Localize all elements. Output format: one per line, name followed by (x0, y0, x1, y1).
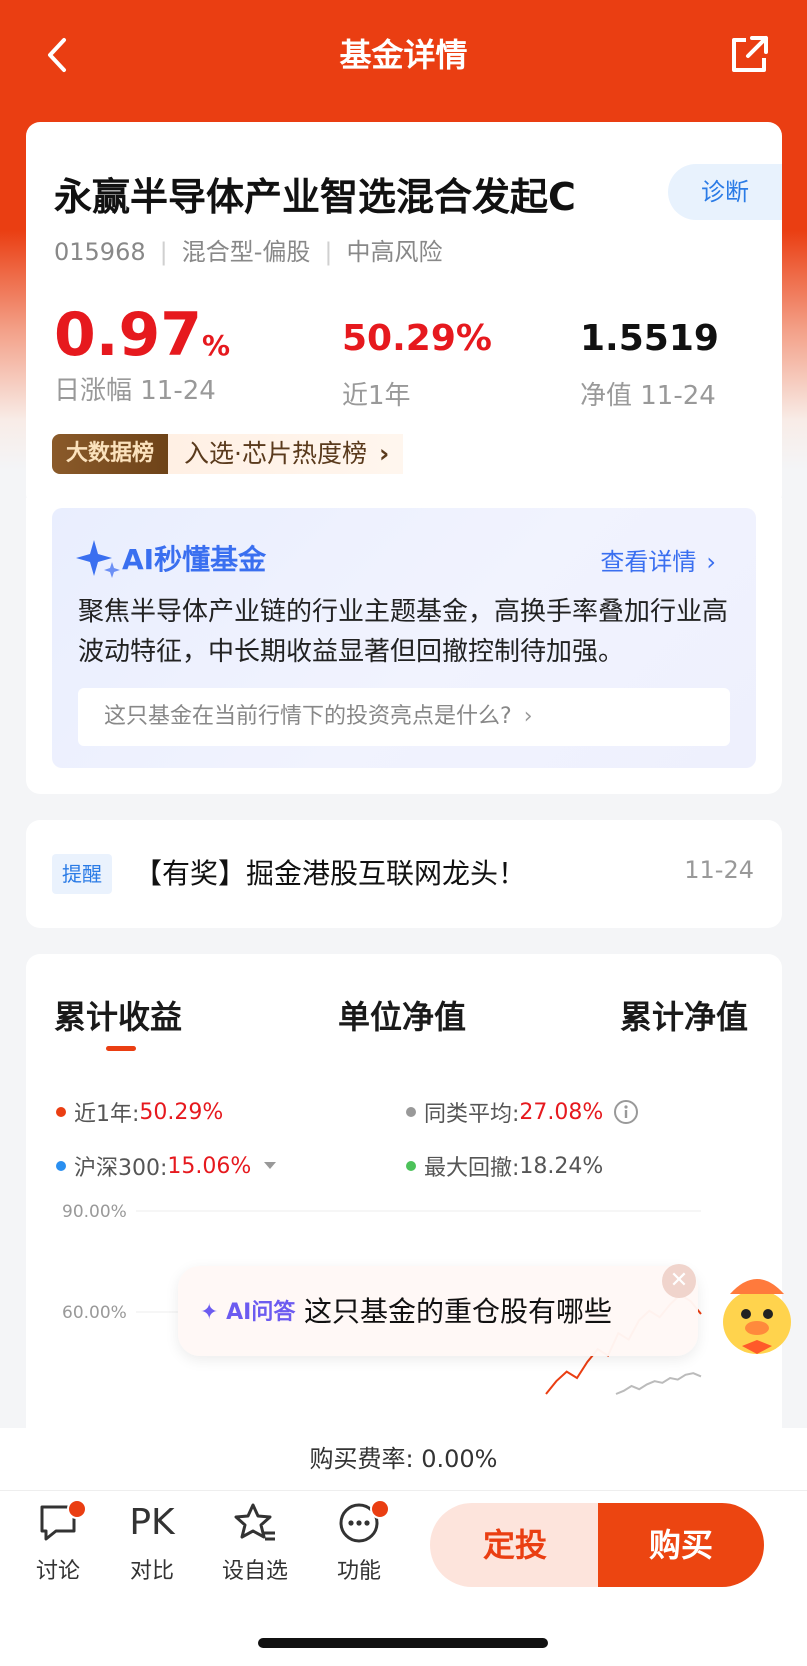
legend-value: 50.29% (139, 1099, 224, 1125)
buy-button[interactable]: 购买 (598, 1503, 764, 1587)
nav-label: 净值 11-24 (580, 381, 716, 411)
legend-value: 18.24% (519, 1153, 604, 1179)
fund-summary-card: 永赢半导体产业智选混合发起C 诊断 015968 | 混合型-偏股 | 中高风险 0.9… (26, 122, 782, 508)
page-title: 基金详情 (339, 36, 468, 74)
y-tick-label: 60.00% (62, 1303, 127, 1323)
daily-change-stat: 0.97% 日涨幅 11-24 (54, 300, 230, 407)
legend-label: 同类平均: (424, 1102, 520, 1127)
add-watchlist-button[interactable]: 设自选 (210, 1501, 300, 1585)
ai-chat-bubble[interactable]: ✦ AI问答 这只基金的重仓股有哪些 (178, 1266, 698, 1356)
active-tab-indicator (106, 1046, 136, 1051)
top-bar: 基金详情 (0, 0, 807, 112)
notification-dot (370, 1499, 390, 1519)
legend-max-drawdown: 最大回撤: 18.24% (406, 1150, 603, 1182)
ai-chat-tag: ✦ AI问答 (200, 1294, 295, 1326)
legend-label: 近1年: (74, 1102, 140, 1127)
legend-dot (406, 1161, 416, 1171)
compare-label: 对比 (129, 1559, 174, 1584)
notice-text: 【有奖】掘金港股互联网龙头！ (134, 857, 527, 890)
rank-text: 入选·芯片热度榜 › (168, 434, 404, 474)
bottom-action-bar: 讨论 PK 对比 设自选 功能 定投 购买 (0, 1490, 807, 1594)
ai-question-text: 这只基金在当前行情下的投资亮点是什么? (104, 704, 512, 729)
home-indicator[interactable] (258, 1638, 548, 1648)
legend-dot (56, 1107, 66, 1117)
divider: | (159, 238, 168, 266)
close-icon[interactable]: ✕ (662, 1264, 696, 1298)
legend-label: 沪深300: (74, 1156, 168, 1181)
purchase-fee: 购买费率: 0.00% (0, 1428, 807, 1490)
tab-cumulative-nav[interactable]: 累计净值 (620, 992, 748, 1038)
tab-unit-nav[interactable]: 单位净值 (338, 992, 466, 1038)
compare-button[interactable]: PK 对比 (107, 1501, 197, 1585)
notice-card[interactable]: 提醒 【有奖】掘金港股互联网龙头！ 11-24 (26, 820, 782, 928)
sparkle-icon: ✦ (200, 1300, 219, 1325)
rank-tag: 大数据榜 (52, 434, 169, 474)
ai-summary-text: 聚焦半导体产业链的行业主题基金，高换手率叠加行业高波动特征，中长期收益显著但回撤… (78, 597, 729, 667)
notice-date: 11-24 (684, 856, 754, 884)
legend-value: 15.06% (167, 1153, 252, 1179)
chevron-right-icon: › (378, 439, 390, 468)
info-icon[interactable] (613, 1099, 639, 1125)
performance-card: 累计收益 单位净值 累计净值 近1年: 50.29% 同类平均: 27.08% … (26, 954, 782, 1474)
ai-summary-panel: AI秒懂基金 查看详情 › 聚焦半导体产业链的行业主题基金，高换手率叠加行业高波动… (52, 508, 756, 768)
fund-risk: 中高风险 (346, 238, 443, 266)
view-details-label: 查看详情 (600, 548, 697, 576)
divider: | (324, 238, 333, 266)
chevron-right-icon: › (706, 548, 716, 576)
year-return-label: 近1年 (342, 381, 411, 411)
year-return-value: 50.29% (342, 318, 492, 359)
view-details-link[interactable]: 查看详情 › (600, 542, 716, 577)
sip-button[interactable]: 定投 (430, 1503, 600, 1587)
legend-peer-average: 同类平均: 27.08% (406, 1096, 639, 1128)
home-area (0, 1594, 807, 1666)
discuss-button[interactable]: 讨论 (13, 1499, 103, 1585)
legend-dot (56, 1161, 66, 1171)
legend-label: 最大回撤: (424, 1156, 520, 1181)
series-line (615, 1372, 702, 1395)
daily-change-value: 0.97 (54, 300, 203, 370)
diagnose-button[interactable]: 诊断 (668, 164, 782, 220)
y-tick-label: 90.00% (62, 1202, 127, 1222)
ai-summary-card: AI秒懂基金 查看详情 › 聚焦半导体产业链的行业主题基金，高换手率叠加行业高波动… (26, 498, 782, 794)
notification-dot (67, 1499, 87, 1519)
discuss-label: 讨论 (35, 1559, 80, 1584)
daily-change-unit: % (202, 329, 231, 362)
nav-value: 1.5519 (580, 318, 719, 359)
fund-type: 混合型-偏股 (181, 238, 311, 266)
year-return-stat: 50.29% 近1年 (342, 318, 492, 412)
pk-icon: PK (129, 1502, 175, 1543)
ai-chat-tag-label: AI问答 (226, 1300, 296, 1325)
ai-summary-title: AI秒懂基金 (122, 543, 267, 576)
share-icon[interactable] (728, 34, 770, 76)
functions-label: 功能 (336, 1559, 381, 1584)
rank-banner[interactable]: 大数据榜 入选·芯片热度榜 › (52, 434, 404, 474)
rank-text-label: 入选·芯片热度榜 (184, 439, 367, 468)
notice-tag: 提醒 (52, 854, 112, 894)
chevron-right-icon: › (523, 704, 533, 729)
star-list-icon (234, 1503, 275, 1541)
fund-name: 永赢半导体产业智选混合发起C (54, 175, 576, 219)
legend-dot (406, 1107, 416, 1117)
legend-year: 近1年: 50.29% (56, 1096, 223, 1128)
ai-suggested-question[interactable]: 这只基金在当前行情下的投资亮点是什么? › (78, 688, 730, 746)
tab-cumulative-return[interactable]: 累计收益 (54, 992, 182, 1038)
sparkle-icon (76, 540, 120, 578)
fund-meta: 015968 | 混合型-偏股 | 中高风险 (54, 232, 442, 267)
daily-change-label: 日涨幅 11-24 (54, 376, 216, 406)
mascot-duck-icon[interactable] (712, 1264, 802, 1360)
caret-down-icon (264, 1162, 277, 1169)
watchlist-label: 设自选 (221, 1559, 288, 1584)
functions-button[interactable]: 功能 (314, 1499, 404, 1585)
fund-code: 015968 (54, 238, 146, 266)
ai-chat-question: 这只基金的重仓股有哪些 (304, 1295, 613, 1328)
legend-value: 27.08% (519, 1099, 604, 1125)
legend-hs300[interactable]: 沪深300: 15.06% (56, 1150, 277, 1182)
nav-stat: 1.5519 净值 11-24 (580, 318, 719, 412)
